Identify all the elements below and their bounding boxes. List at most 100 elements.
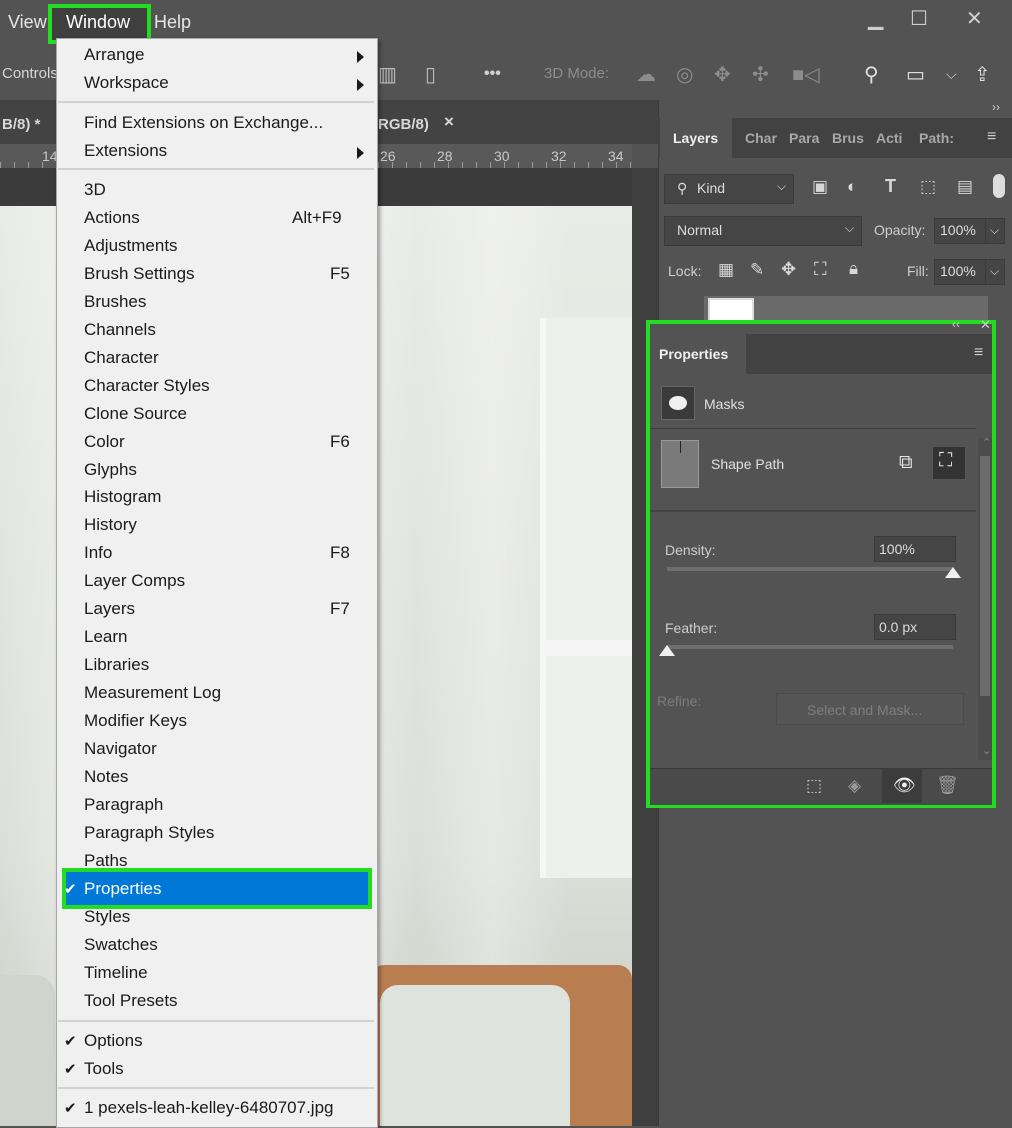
feather-slider[interactable] [667,645,953,649]
menu-item-timeline[interactable]: Timeline [84,963,148,983]
menu-item-arrange[interactable]: Arrange [84,45,144,65]
menu-item-adjustments[interactable]: Adjustments [84,236,178,256]
document-tab-2[interactable]: RGB/8) [378,116,429,133]
tab-brushes[interactable]: Brus [832,130,864,146]
workspace-icon[interactable]: ▭ [906,62,925,87]
menu-item-properties[interactable]: Properties [84,879,161,899]
menu-item-styles[interactable]: Styles [84,907,130,927]
lock-transparency-icon[interactable]: ▦ [718,260,734,280]
document-tab[interactable]: B/8) * [2,116,40,133]
menu-item-measurement-log[interactable]: Measurement Log [84,683,221,703]
menu-item-learn[interactable]: Learn [84,627,127,647]
feather-input[interactable]: 0.0 px [874,614,956,640]
3d-slide-icon[interactable]: ✣ [752,62,769,87]
toggle-mask-button[interactable]: 👁︎ [882,769,922,803]
opacity-dropdown[interactable]: ⌵ [985,218,1005,244]
menu-window[interactable]: Window [66,12,130,33]
menu-item-character[interactable]: Character [84,348,159,368]
menu-item-paragraph-styles[interactable]: Paragraph Styles [84,823,214,843]
menu-item-paragraph[interactable]: Paragraph [84,795,163,815]
apply-mask-icon[interactable]: ◈ [848,776,861,796]
filter-toggle[interactable] [993,174,1005,198]
menu-item-navigator[interactable]: Navigator [84,739,157,759]
density-slider[interactable] [667,567,953,571]
trash-icon[interactable]: 🗑︎ [936,775,959,796]
search-icon[interactable]: ⚲ [864,62,879,87]
menu-item-document[interactable]: 1 pexels-leah-kelley-6480707.jpg [84,1098,334,1118]
lock-image-icon[interactable]: ✎ [750,260,764,280]
fill-input[interactable]: 100% [934,259,986,285]
chevron-down-icon[interactable]: ⌵ [946,66,957,83]
menu-view[interactable]: View [8,12,47,33]
menu-item-swatches[interactable]: Swatches [84,935,158,955]
vector-mask-thumbnail[interactable] [661,440,699,488]
lock-position-icon[interactable]: ✥ [781,259,796,280]
vector-mask-button[interactable]: ⛶ [932,446,966,480]
menu-item-layer-comps[interactable]: Layer Comps [84,571,185,591]
menu-item-color[interactable]: Color [84,432,125,452]
scroll-up-icon[interactable]: ⌃ [982,436,991,449]
collapse-icon[interactable]: ‹‹ [952,317,960,331]
tab-properties[interactable]: Properties [659,346,728,362]
menu-item-character-styles[interactable]: Character Styles [84,376,210,396]
collapse-panels-icon[interactable]: ›› [992,100,1000,114]
properties-scrollbar-thumb[interactable] [980,456,990,696]
menu-item-history[interactable]: History [84,515,137,535]
menu-item-ext-1[interactable]: Extensions [84,141,167,161]
density-slider-thumb[interactable] [945,567,961,578]
tab-character[interactable]: Char [745,130,777,146]
tab-actions[interactable]: Acti [876,130,902,146]
menu-item-brush-settings[interactable]: Brush Settings [84,264,195,284]
filter-kind-select[interactable]: ⚲ Kind ⌵ [664,174,794,204]
distribute-icon[interactable]: ▯ [425,62,436,87]
3d-roll-icon[interactable]: ◎ [676,62,693,87]
scroll-down-icon[interactable]: ⌄ [982,744,991,757]
tab-paths[interactable]: Path: [919,130,954,146]
menu-item-paths[interactable]: Paths [84,851,127,871]
menu-item-options[interactable]: Options [84,1031,143,1051]
close-panel-icon[interactable]: ✕ [980,317,991,333]
close-icon[interactable]: ✕ [966,6,983,31]
maximize-icon[interactable]: ☐ [910,6,928,31]
align-bottom-icon[interactable]: ▥ [378,62,397,87]
menu-item-actions[interactable]: Actions [84,208,140,228]
menu-item-3d[interactable]: 3D [84,180,106,200]
menu-item-modifier-keys[interactable]: Modifier Keys [84,711,187,731]
panel-menu-icon[interactable]: ≡ [987,128,996,146]
menu-item-tools[interactable]: Tools [84,1059,124,1079]
opacity-input[interactable]: 100% [934,218,986,244]
menu-item-libraries[interactable]: Libraries [84,655,149,675]
menu-item-info[interactable]: Info [84,543,112,563]
more-options-button[interactable]: ••• [484,65,501,83]
shape-filter-icon[interactable]: ⬚ [920,177,936,197]
share-icon[interactable]: ⇪ [974,62,991,87]
fill-dropdown[interactable]: ⌵ [985,259,1005,285]
blend-mode-select[interactable]: Normal ⌵ [664,216,862,246]
tab-paragraph[interactable]: Para [789,130,819,146]
load-selection-icon[interactable]: ⬚ [806,776,822,796]
menu-item-brushes[interactable]: Brushes [84,292,146,312]
lock-all-icon[interactable]: 🔒︎ [849,259,858,279]
menu-item-clone-source[interactable]: Clone Source [84,404,187,424]
menu-item-notes[interactable]: Notes [84,767,128,787]
tab-close-icon[interactable]: × [444,112,454,132]
add-mask-icon[interactable]: ⧉ [899,452,913,474]
feather-slider-thumb[interactable] [659,645,675,656]
menu-item-workspace[interactable]: Workspace [84,73,169,93]
smart-object-filter-icon[interactable]: ▤ [957,177,973,197]
type-filter-icon[interactable]: T [885,176,896,197]
3d-pan-icon[interactable]: ✥ [714,62,731,87]
menu-item-ext-0[interactable]: Find Extensions on Exchange... [84,113,323,133]
menu-item-channels[interactable]: Channels [84,320,156,340]
image-filter-icon[interactable]: ▣ [812,177,828,197]
menu-item-glyphs[interactable]: Glyphs [84,460,137,480]
density-input[interactable]: 100% [874,536,956,562]
select-and-mask-button[interactable]: Select and Mask... [776,693,964,725]
3d-scale-icon[interactable]: ■◁ [792,62,819,87]
menu-item-tool-presets[interactable]: Tool Presets [84,991,178,1011]
menu-help[interactable]: Help [154,12,191,33]
panel-menu-icon[interactable]: ≡ [974,344,983,362]
tab-layers[interactable]: Layers [673,130,718,146]
menu-item-layers[interactable]: Layers [84,599,135,619]
3d-orbit-icon[interactable]: ☁ [636,62,656,87]
